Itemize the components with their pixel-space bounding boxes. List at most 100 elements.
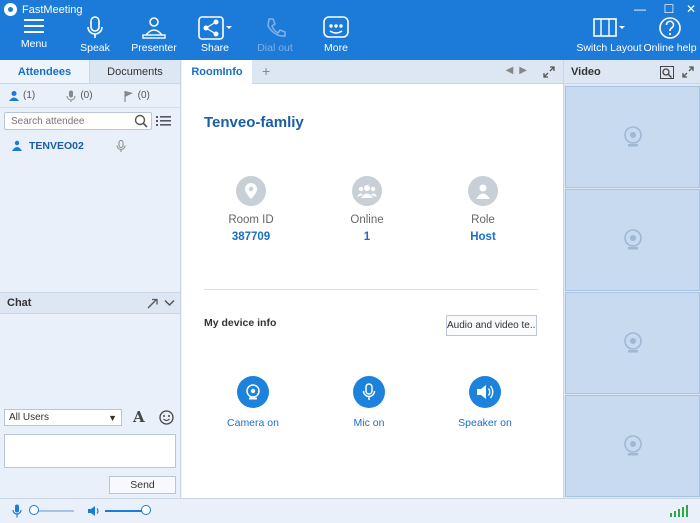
location-pin-icon [236,176,266,206]
audio-video-test-button[interactable]: Audio and video te... [446,315,537,336]
speaker-icon [469,376,501,408]
chevron-down-icon: ▼ [108,413,117,423]
device-info-title: My device info [204,317,277,329]
close-button[interactable]: ✕ [683,2,699,16]
stat-role: Role Host [438,176,528,243]
more-button[interactable]: More [306,16,366,54]
speaker-toggle[interactable]: Speaker on [445,376,525,429]
status-bar [0,498,700,523]
dial-out-button[interactable]: Dial out [245,16,305,54]
video-panel: Video [563,60,700,498]
speaker-volume-icon[interactable] [87,505,101,517]
video-settings-icon[interactable] [660,66,674,79]
search-icon[interactable] [134,114,148,128]
video-title: Video [571,66,601,78]
dial-out-label: Dial out [257,42,293,54]
video-slot[interactable] [565,86,700,188]
chat-recipient-select[interactable]: All Users ▼ [4,409,122,426]
phone-icon [267,18,286,37]
group-icon [352,176,382,206]
video-slot[interactable] [565,292,700,394]
font-format-icon[interactable]: A [133,408,145,426]
list-view-icon[interactable] [156,114,172,128]
attendee-mic-icon[interactable] [116,140,126,152]
chat-title: Chat [7,297,32,309]
video-header: Video [564,60,700,84]
share-button[interactable]: Share [185,16,245,54]
search-box [4,112,152,130]
popout-icon[interactable] [147,298,158,309]
share-icon [198,16,232,40]
camera-icon [237,376,269,408]
list-item[interactable]: TENVEO02 [0,134,180,158]
speaker-volume-slider[interactable] [105,510,145,512]
send-button[interactable]: Send [109,476,176,494]
tab-roominfo[interactable]: RoomInfo [182,60,252,84]
video-slot[interactable] [565,395,700,497]
speaker-volume-knob[interactable] [141,505,151,515]
app-logo-icon [4,3,17,16]
microphone-icon [87,16,103,38]
video-slot[interactable] [565,189,700,291]
tab-documents[interactable]: Documents [90,60,180,83]
hand-count: (0) [137,90,150,101]
online-label: Online [350,214,384,226]
switch-layout-button[interactable]: Switch Layout [574,16,644,54]
speaker-count: (0) [80,90,93,101]
role-value: Host [470,231,496,243]
webcam-icon [623,332,642,353]
online-help-button[interactable]: Online help [640,16,700,54]
mic-volume-knob[interactable] [29,505,39,515]
title-toolbar: FastMeeting — ☐ ✕ Menu Speak Presenter S… [0,0,700,60]
share-label: Share [200,42,230,54]
room-id-value: 387709 [231,231,271,243]
section-divider [204,289,538,290]
filter-hands[interactable]: (0) [123,90,180,102]
more-icon [323,16,349,38]
app-title: FastMeeting [22,4,83,16]
chat-recipient-value: All Users [9,412,50,423]
tab-attendees[interactable]: Attendees [0,60,90,83]
presenter-label: Presenter [131,42,177,54]
stat-room-id: Room ID 387709 [206,176,296,243]
expand-icon[interactable] [543,66,555,78]
emoji-icon[interactable] [159,410,174,425]
online-value: 1 [363,231,371,243]
search-input[interactable] [5,113,133,129]
mic-toggle[interactable]: Mic on [329,376,409,429]
chevron-down-icon[interactable] [164,299,175,307]
attendee-filter-bar: (1) (0) (0) [0,84,180,108]
menu-label: Menu [20,38,48,50]
flag-icon [124,90,133,102]
speak-button[interactable]: Speak [65,16,125,54]
filter-attendees[interactable]: (1) [8,90,65,102]
more-label: More [324,42,348,54]
online-help-label: Online help [643,42,697,54]
webcam-icon [623,126,642,147]
user-icon [9,90,19,101]
presenter-icon [142,17,166,39]
mic-label: Mic on [353,417,385,429]
help-icon [659,17,681,39]
add-tab-icon[interactable]: + [262,63,270,79]
expand-icon[interactable] [682,66,694,78]
filter-speakers[interactable]: (0) [65,90,122,102]
chat-message-input[interactable] [4,434,176,468]
person-icon [468,176,498,206]
mic-volume-icon[interactable] [12,504,22,518]
room-name: Tenveo-famliy [204,114,304,131]
camera-toggle[interactable]: Camera on [213,376,293,429]
tab-nav-arrows[interactable]: ◀▶ [506,65,533,76]
role-label: Role [471,214,495,226]
search-row [0,108,180,134]
room-id-label: Room ID [228,214,274,226]
attendee-count: (1) [23,90,36,101]
menu-button[interactable]: Menu [4,16,64,50]
mic-small-icon [66,90,76,102]
presenter-button[interactable]: Presenter [124,16,184,54]
maximize-button[interactable]: ☐ [661,2,677,16]
left-tabs: Attendees Documents [0,60,180,84]
center-tabs: RoomInfo + ◀▶ [182,60,563,84]
minimize-button[interactable]: — [632,2,648,16]
attendee-name: TENVEO02 [29,140,84,152]
